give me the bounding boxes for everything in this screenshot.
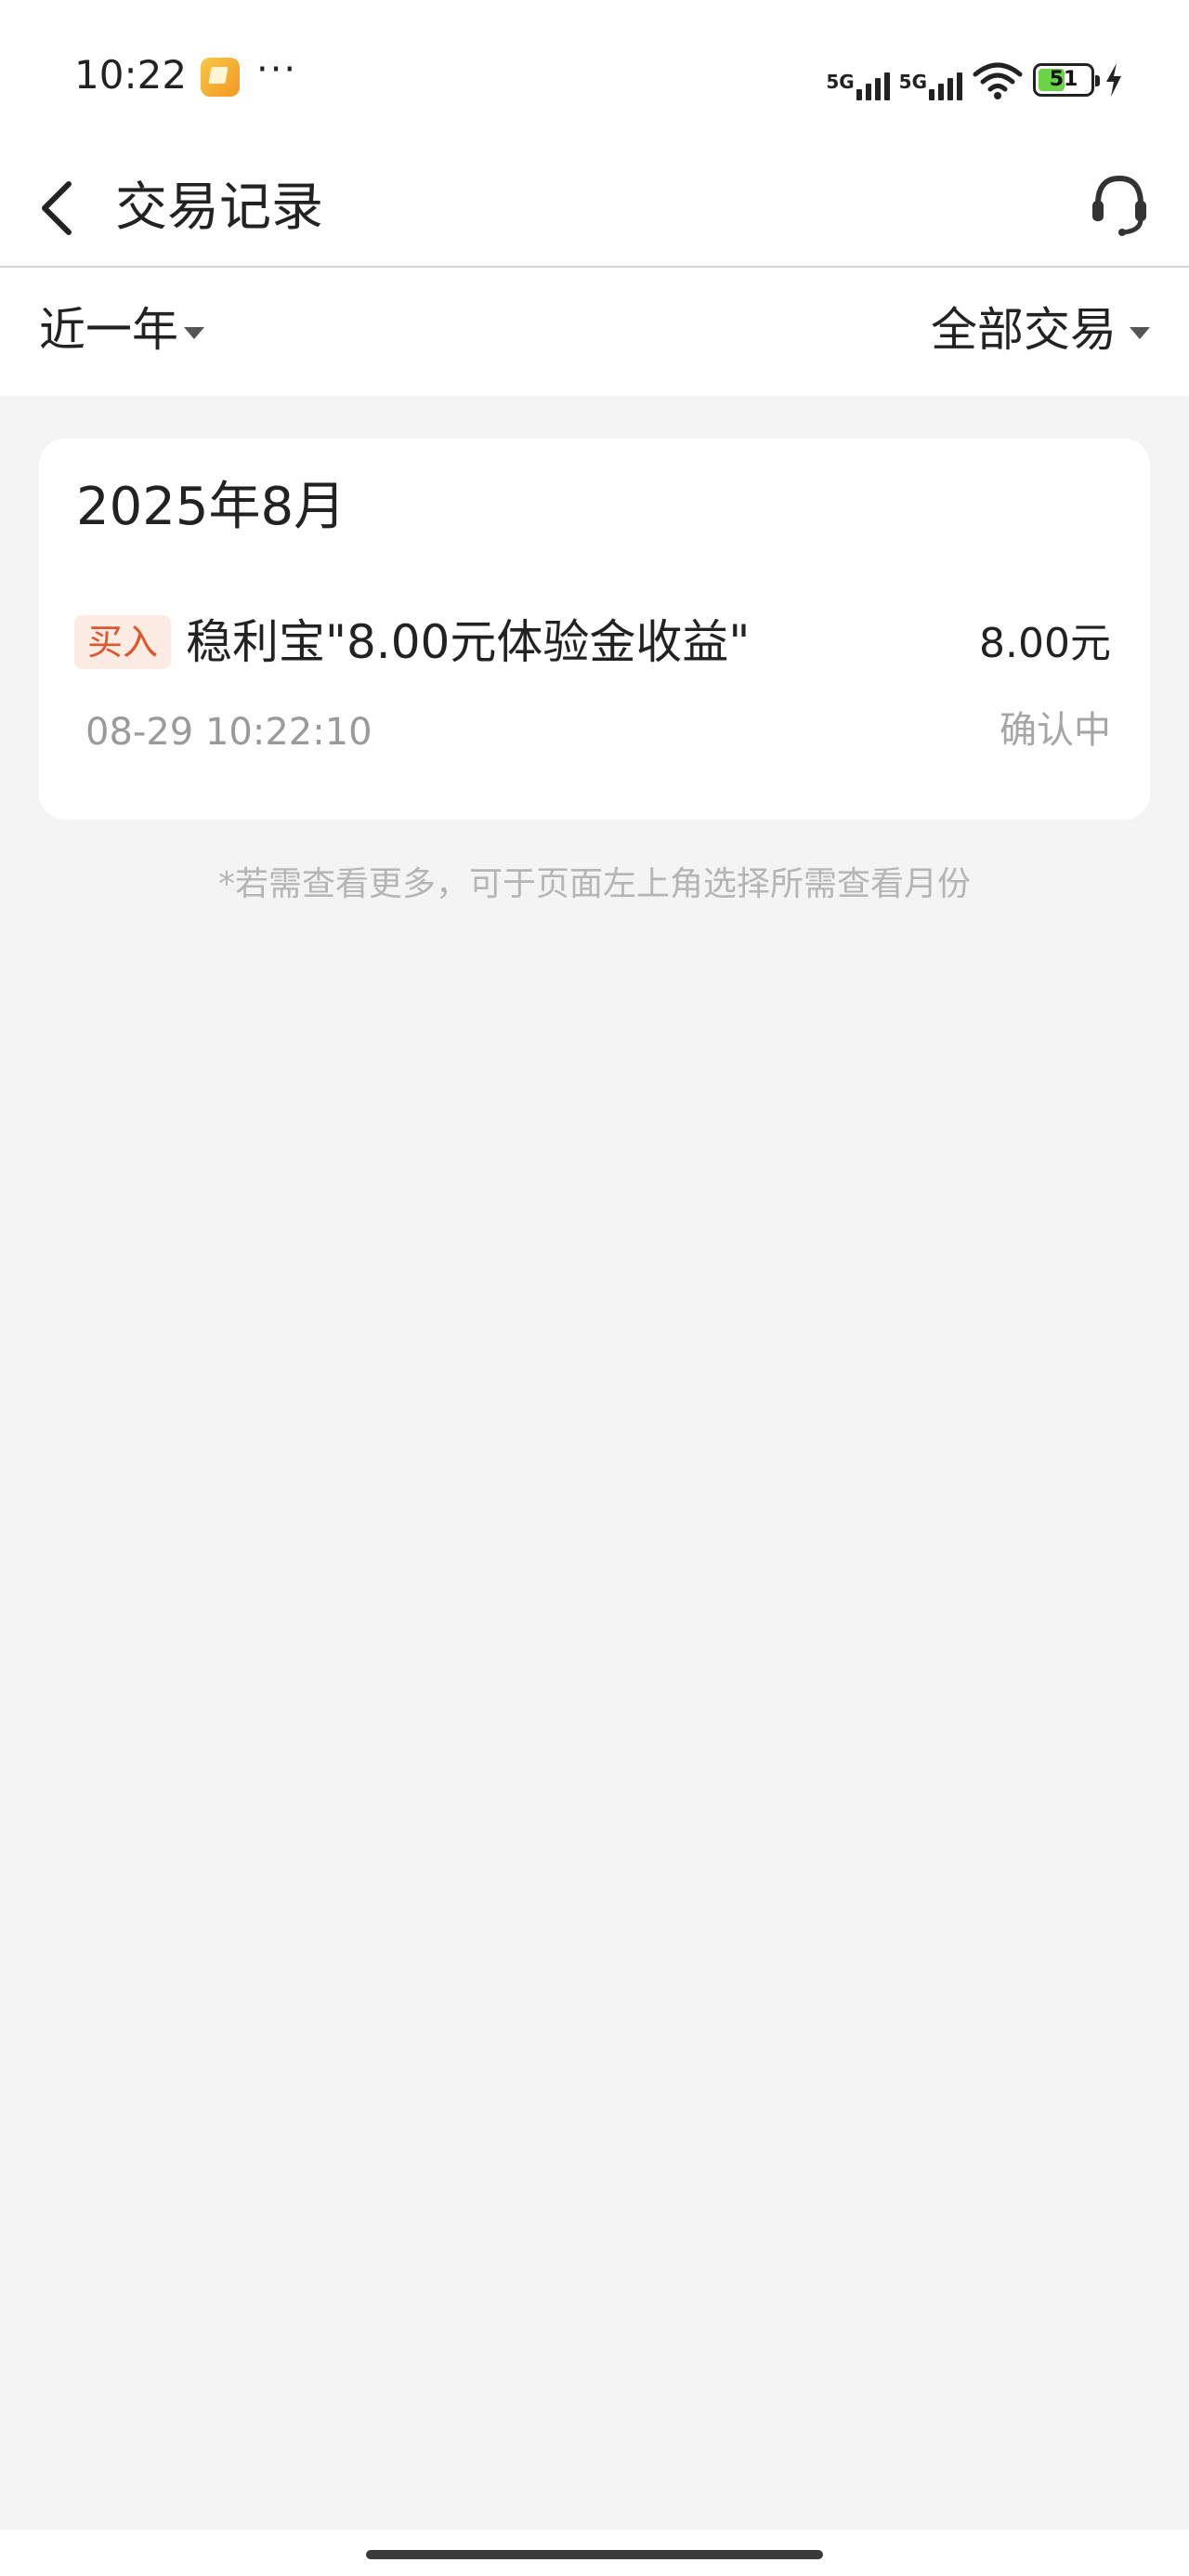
- filter-bar: 近一年 全部交易: [0, 268, 1189, 396]
- transaction-month-card: 2025年8月 买入 稳利宝"8.00元体验金收益" 8.00元 08-29 1…: [39, 439, 1150, 820]
- wifi-icon: [973, 62, 1023, 99]
- gesture-bar-area: [0, 2530, 1189, 2576]
- network-type-label: 5G: [826, 71, 855, 93]
- home-indicator[interactable]: [366, 2550, 823, 2559]
- type-filter-label: 全部交易: [931, 303, 1117, 357]
- page-title: 交易记录: [115, 177, 323, 238]
- status-time: 10:22: [74, 52, 188, 98]
- transaction-product-name: 稳利宝"8.00元体验金收益": [186, 615, 751, 669]
- signal-bars-icon: [856, 72, 890, 100]
- network-type-label: 5G: [898, 71, 927, 93]
- cellular-signal-2: 5G: [899, 67, 962, 100]
- type-filter-dropdown[interactable]: 全部交易: [931, 297, 1150, 362]
- notes-app-icon: [201, 58, 240, 97]
- period-filter-dropdown[interactable]: 近一年: [39, 297, 204, 362]
- battery-icon: 51: [1033, 63, 1100, 97]
- month-heading: 2025年8月: [76, 477, 346, 537]
- status-indicators: 5G 5G 51: [826, 54, 1124, 100]
- cellular-signal-1: 5G: [826, 67, 890, 100]
- transaction-amount: 8.00元: [979, 620, 1111, 667]
- transaction-row[interactable]: 买入 稳利宝"8.00元体验金收益" 8.00元 08-29 10:22:10 …: [39, 615, 1150, 801]
- transaction-type-badge: 买入: [74, 615, 171, 669]
- title-bar: 交易记录: [0, 149, 1189, 268]
- charging-bolt-icon: [1106, 63, 1121, 97]
- caret-down-icon: [1130, 326, 1150, 339]
- signal-bars-icon: [929, 72, 962, 100]
- status-bar: 10:22 ··· 5G 5G 51: [0, 0, 1189, 149]
- more-notifications-icon: ···: [256, 48, 298, 91]
- more-records-hint: *若需查看更多，可于页面左上角选择所需查看月份: [217, 865, 971, 903]
- transaction-time: 08-29 10:22:10: [85, 711, 372, 754]
- transaction-status: 确认中: [1000, 709, 1111, 752]
- headset-icon[interactable]: [1085, 167, 1154, 242]
- battery-level: 51: [1049, 68, 1078, 91]
- chevron-left-icon[interactable]: [35, 171, 82, 245]
- caret-down-icon: [184, 326, 204, 339]
- period-filter-label: 近一年: [39, 303, 178, 357]
